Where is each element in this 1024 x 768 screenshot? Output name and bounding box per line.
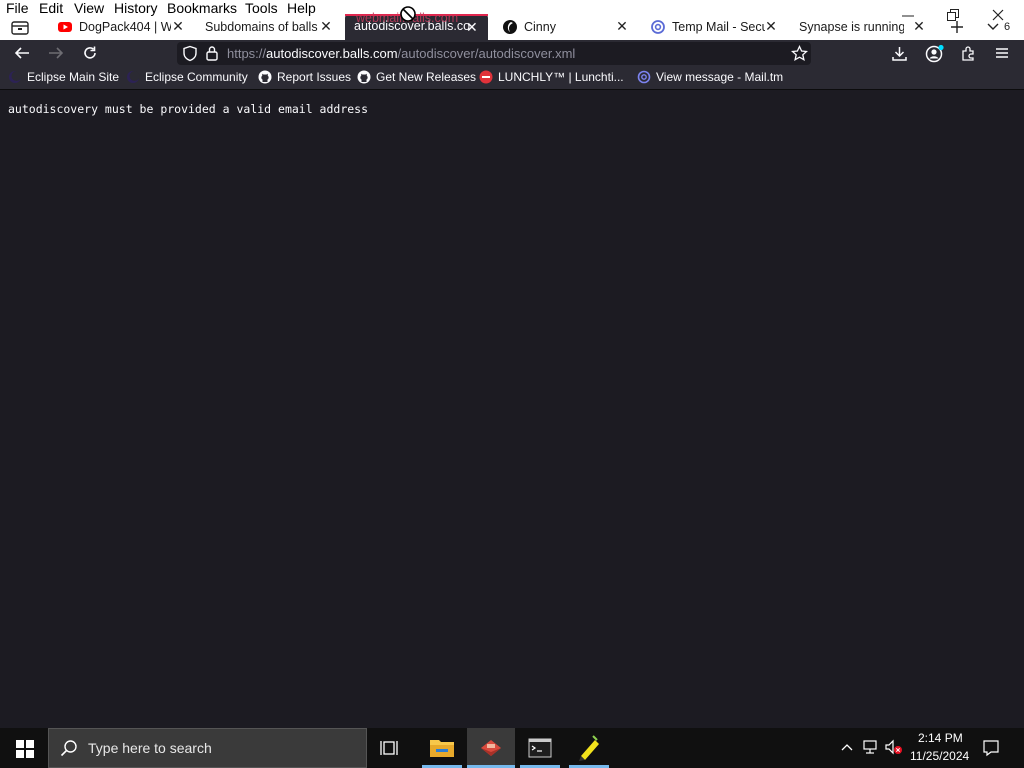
windows-start-icon[interactable] xyxy=(16,740,34,758)
tracking-shield-icon[interactable] xyxy=(182,45,198,62)
bookmark-label: Eclipse Community xyxy=(145,70,248,84)
bookmark-lunchly[interactable]: LUNCHLY™ | Lunchti... xyxy=(479,70,624,84)
tab-dogpack404[interactable]: DogPack404 | Wil xyxy=(57,14,171,40)
bookmark-label: View message - Mail.tm xyxy=(656,70,784,84)
tab-label: Temp Mail - Secu xyxy=(672,20,765,34)
lock-icon[interactable] xyxy=(205,45,219,61)
tab-label: DogPack404 | Wil xyxy=(79,20,171,34)
tab-close-icon[interactable]: ✕ xyxy=(615,19,629,33)
lunchly-icon xyxy=(479,70,493,84)
at-icon xyxy=(650,19,666,35)
terminal-icon[interactable] xyxy=(516,728,564,768)
back-button[interactable] xyxy=(13,45,31,61)
search-placeholder: Type here to search xyxy=(88,740,212,756)
bookmark-label: Get New Releases xyxy=(376,70,477,84)
bookmark-get-new-releases[interactable]: Get New Releases xyxy=(357,70,476,84)
bookmark-report-issues[interactable]: Report Issues xyxy=(258,70,351,84)
bookmark-label: LUNCHLY™ | Lunchti... xyxy=(498,70,624,84)
tab-synapse[interactable]: Synapse is running xyxy=(799,14,904,40)
youtube-icon xyxy=(57,19,73,35)
url-path: /autodiscover/autodiscover.xml xyxy=(397,46,576,61)
show-hidden-icons-chevron-icon[interactable] xyxy=(840,741,854,753)
clock-time[interactable]: 2:14 PM xyxy=(918,731,963,745)
hamburger-menu-icon[interactable] xyxy=(994,46,1010,60)
search-icon xyxy=(60,739,78,757)
network-icon[interactable] xyxy=(862,739,880,755)
bookmark-eclipse-community[interactable]: Eclipse Community xyxy=(126,70,248,84)
github-icon xyxy=(357,70,371,84)
tab-label: Subdomains of balls.c xyxy=(205,20,318,34)
pen-app-icon[interactable] xyxy=(565,728,613,768)
forward-button[interactable] xyxy=(47,45,65,61)
volume-muted-icon[interactable] xyxy=(884,739,904,755)
tab-subdomains[interactable]: Subdomains of balls.c xyxy=(205,14,318,40)
account-icon[interactable] xyxy=(925,44,945,63)
list-all-tabs-button[interactable] xyxy=(986,20,1000,32)
task-view-button[interactable] xyxy=(368,728,416,768)
tab-label: Synapse is running xyxy=(799,20,904,34)
page-body-text: autodiscovery must be provided a valid e… xyxy=(8,102,369,116)
tab-close-icon[interactable]: ✕ xyxy=(171,19,185,33)
downloads-icon[interactable] xyxy=(891,45,908,62)
bookmark-label: Eclipse Main Site xyxy=(27,70,120,84)
eclipse-icon xyxy=(8,70,22,84)
tab-close-icon[interactable]: ✕ xyxy=(912,19,926,33)
firefox-view-icon[interactable] xyxy=(10,18,30,36)
notifications-icon[interactable] xyxy=(982,739,1000,757)
not-allowed-cursor-icon xyxy=(399,5,417,23)
new-tab-button[interactable] xyxy=(949,19,965,35)
bookmark-label: Report Issues xyxy=(277,70,352,84)
file-explorer-icon[interactable] xyxy=(418,728,466,768)
github-icon xyxy=(258,70,272,84)
url-text[interactable]: https://autodiscover.balls.com/autodisco… xyxy=(227,46,575,61)
tab-count-badge: 6 xyxy=(1004,21,1011,33)
tab-close-icon[interactable]: ✕ xyxy=(319,19,333,33)
clock-date[interactable]: 11/25/2024 xyxy=(910,749,969,763)
eclipse-icon xyxy=(126,70,140,84)
url-host: autodiscover.balls.com xyxy=(266,46,398,61)
cinny-icon xyxy=(502,19,518,35)
menu-file[interactable]: File xyxy=(6,0,29,16)
tab-cinny[interactable]: Cinny xyxy=(502,14,612,40)
tab-label: Cinny xyxy=(524,20,556,34)
tab-temp-mail[interactable]: Temp Mail - Secu xyxy=(650,14,765,40)
reload-button[interactable] xyxy=(81,44,99,62)
bookmark-star-icon[interactable] xyxy=(791,45,808,62)
url-prefix: https:// xyxy=(227,46,267,61)
firefox-taskbar-icon[interactable] xyxy=(467,728,515,768)
tab-close-icon[interactable]: ✕ xyxy=(764,19,778,33)
bookmark-eclipse-main-site[interactable]: Eclipse Main Site xyxy=(8,70,119,84)
bookmark-view-message-mailtm[interactable]: View message - Mail.tm xyxy=(637,70,783,84)
extensions-icon[interactable] xyxy=(960,45,977,62)
tab-close-icon[interactable]: ✕ xyxy=(466,19,478,36)
at-icon xyxy=(637,70,651,84)
